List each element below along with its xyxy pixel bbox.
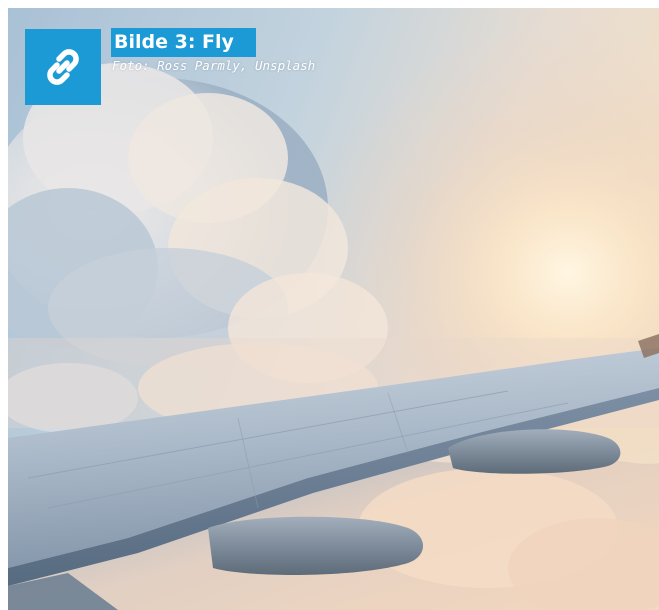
photo-credit: Foto: Ross Parmly, Unsplash [112,58,316,73]
airplane-wing-photo [8,8,659,610]
caption-title: Bilde 3: Fly [111,28,256,57]
image-caption: Bilde 3: Fly Foto: Ross Parmly, Unsplash [111,28,315,73]
image-frame: Bilde 3: Fly Foto: Ross Parmly, Unsplash [8,8,659,610]
link-icon [47,49,79,85]
link-badge[interactable] [25,29,101,105]
